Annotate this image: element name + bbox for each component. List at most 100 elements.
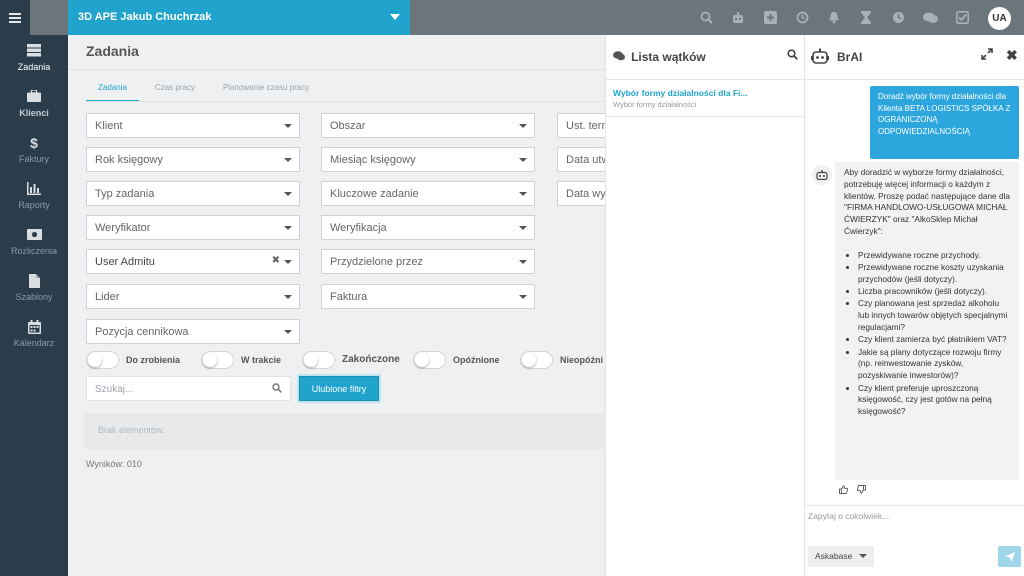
weryfikator-select[interactable]: Weryfikator	[86, 215, 300, 240]
brai-header: BrAI ✖	[805, 35, 1024, 80]
sidebar-item-label: Raporty	[18, 200, 50, 210]
thread-list-item[interactable]: Wybór formy działalności dla Fi... Wybór…	[606, 80, 805, 117]
close-icon[interactable]: ✖	[1006, 47, 1018, 64]
user-select[interactable]: User Admitu ✖	[86, 249, 300, 274]
main-content: Zadania Zadania Czas pracy Planowanie cz…	[68, 35, 605, 576]
search-input[interactable]: Szukaj...	[86, 376, 291, 401]
user-avatar[interactable]: UA	[988, 7, 1011, 30]
input-placeholder: Ust. term	[566, 120, 605, 132]
sidebar-item-raporty[interactable]: Raporty	[0, 173, 68, 219]
select-label: Lider	[95, 291, 120, 303]
toggle-do-zrobienia[interactable]	[86, 351, 119, 369]
sidebar-item-faktury[interactable]: $ Faktury	[0, 127, 68, 173]
sidebar-item-label: Kalendarz	[13, 338, 55, 348]
kluczowe-zadanie-select[interactable]: Kluczowe zadanie	[321, 181, 535, 206]
feedback-buttons	[839, 485, 872, 496]
clock-icon[interactable]	[882, 0, 914, 35]
robot-icon	[816, 170, 828, 180]
clear-icon[interactable]: ✖	[272, 255, 280, 266]
weryfikacja-select[interactable]: Weryfikacja	[321, 215, 535, 240]
list-item: Liczba pracowników (jeśli dotyczy).	[858, 286, 1011, 298]
lider-select[interactable]: Lider	[86, 284, 300, 309]
money-icon	[26, 228, 42, 243]
toggle-label: Opóźnione	[453, 355, 500, 365]
history-icon[interactable]	[786, 0, 818, 35]
sidebar-item-rozliczenia[interactable]: Rozliczenia	[0, 219, 68, 265]
ust-term-input[interactable]: Ust. term	[557, 113, 605, 138]
toggle-w-trakcie[interactable]	[201, 351, 234, 369]
list-item: Jakie są plany dotyczące rozwoju firmy (…	[858, 347, 1011, 382]
empty-state: Brak elementów.	[84, 413, 605, 449]
threads-header: Lista wątków	[606, 35, 805, 80]
sidebar-item-label: Zadania	[17, 62, 51, 72]
divider	[805, 505, 1024, 506]
obszar-select[interactable]: Obszar	[321, 113, 535, 138]
chevron-down-icon	[519, 260, 527, 264]
send-button[interactable]	[998, 546, 1021, 567]
top-bar: 3D APE Jakub Chuchrzak UA	[0, 0, 1024, 35]
sidebar-item-szablony[interactable]: Szablony	[0, 265, 68, 311]
data-utw-input[interactable]: Data utw	[557, 147, 605, 172]
select-label: Typ zadania	[95, 188, 155, 200]
typ-zadania-select[interactable]: Typ zadania	[86, 181, 300, 206]
sidebar-item-label: Szablony	[15, 292, 53, 302]
tab-czas-pracy[interactable]: Czas pracy	[143, 81, 207, 101]
chevron-down-icon	[284, 295, 292, 299]
data-wy-input[interactable]: Data wy	[557, 181, 605, 206]
bell-icon[interactable]	[818, 0, 850, 35]
caret-down-icon	[390, 14, 400, 20]
brai-chat-panel: BrAI ✖ Doradź wybór formy działalności d…	[804, 35, 1024, 576]
tasks-icon	[27, 44, 41, 59]
search-icon[interactable]	[787, 49, 798, 63]
pozycja-cennikowa-select[interactable]: Pozycja cennikowa	[86, 319, 300, 344]
chat-icon[interactable]	[914, 0, 946, 35]
threads-title-text: Lista wątków	[631, 50, 706, 64]
rok-ksiegowy-select[interactable]: Rok księgowy	[86, 147, 300, 172]
thread-subtitle: Wybór formy działalności	[613, 100, 697, 109]
tab-zadania[interactable]: Zadania	[86, 81, 139, 101]
toggle-opoznione[interactable]	[413, 351, 446, 369]
hourglass-icon[interactable]	[850, 0, 882, 35]
divider	[86, 101, 605, 102]
thumbs-up-icon[interactable]	[839, 485, 851, 496]
checkbox-icon[interactable]	[946, 0, 978, 35]
klient-select[interactable]: Klient	[86, 113, 300, 138]
sidebar-item-kalendarz[interactable]: Kalendarz	[0, 311, 68, 357]
chevron-down-icon	[284, 330, 292, 334]
select-label: Obszar	[330, 120, 366, 132]
tab-planowanie[interactable]: Planowanie czasu pracy	[211, 81, 321, 101]
thumbs-down-icon[interactable]	[856, 485, 866, 496]
expand-icon[interactable]	[981, 48, 993, 63]
sidebar-item-label: Klienci	[19, 108, 49, 118]
toggle-label: Zakończone	[342, 354, 400, 365]
select-label: Klient	[95, 120, 123, 132]
przydzielone-select[interactable]: Przydzielone przez	[321, 249, 535, 274]
dollar-icon: $	[30, 135, 38, 151]
sidebar-item-klienci[interactable]: Klienci	[0, 81, 68, 127]
chat-icon	[613, 51, 628, 64]
select-label: Przydzielone przez	[330, 256, 423, 268]
miesiac-ksiegowy-select[interactable]: Miesiąc księgowy	[321, 147, 535, 172]
toggle-zakonczone[interactable]	[302, 351, 335, 369]
list-item: Czy planowana jest sprzedaż alkoholu lub…	[858, 298, 1011, 333]
favorite-filters-button[interactable]: Ulubione filtry	[299, 376, 379, 401]
bot-message: Aby doradzić w wyborze formy działalnośc…	[835, 162, 1019, 480]
chevron-down-icon	[519, 124, 527, 128]
toggle-nieopoznione[interactable]	[520, 351, 553, 369]
list-item: Czy klient preferuje uproszczoną księgow…	[858, 383, 1011, 418]
chat-input[interactable]: Zapytaj o cokolwiek...	[808, 511, 889, 521]
select-label: Pozycja cennikowa	[95, 326, 189, 338]
menu-toggle-button[interactable]	[0, 0, 30, 35]
search-icon	[272, 383, 282, 396]
plus-square-icon[interactable]	[754, 0, 786, 35]
select-label: Rok księgowy	[95, 154, 163, 166]
thread-title: Wybór formy działalności dla Fi...	[613, 88, 748, 98]
briefcase-icon	[27, 89, 41, 105]
search-icon[interactable]	[690, 0, 722, 35]
select-value: Askabase	[815, 551, 853, 561]
knowledge-base-select[interactable]: Askabase	[808, 546, 874, 567]
faktura-select[interactable]: Faktura	[321, 284, 535, 309]
robot-icon[interactable]	[722, 0, 754, 35]
company-selector[interactable]: 3D APE Jakub Chuchrzak	[68, 0, 410, 35]
sidebar-item-zadania[interactable]: Zadania	[0, 35, 68, 81]
